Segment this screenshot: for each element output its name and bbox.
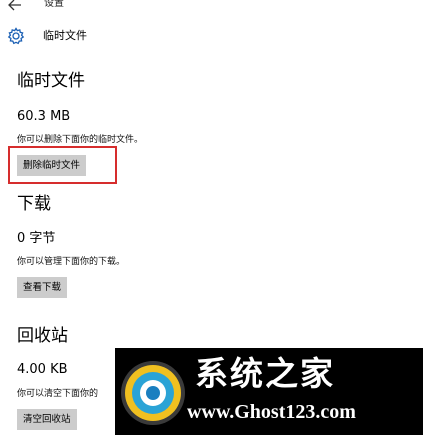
title-bar: 设置 [0, 0, 423, 16]
downloads-description: 你可以管理下面你的下载。 [17, 257, 126, 267]
recycle-bin-description: 你可以清空下面你的 [17, 389, 99, 399]
section-title: 下载 [17, 194, 51, 214]
highlight-box [8, 146, 117, 184]
empty-recycle-bin-button[interactable]: 清空回收站 [17, 409, 77, 430]
watermark-logo-icon [121, 361, 185, 425]
view-downloads-button[interactable]: 查看下载 [17, 277, 68, 298]
section-title: 回收站 [17, 326, 68, 346]
watermark-url: www.Ghost123.com [187, 401, 356, 423]
section-title: 临时文件 [17, 71, 85, 91]
page-header: 临时文件 [0, 16, 423, 54]
page-title: 临时文件 [43, 29, 87, 42]
app-title: 设置 [44, 0, 64, 9]
temp-files-size: 60.3 MB [17, 109, 71, 124]
watermark: 系统之家 www.Ghost123.com [115, 348, 423, 435]
back-arrow-icon[interactable] [7, 0, 23, 12]
watermark-name: 系统之家 [195, 354, 335, 393]
downloads-size: 0 字节 [17, 231, 56, 246]
temp-files-description: 你可以删除下面你的临时文件。 [17, 135, 144, 145]
gear-icon [7, 27, 25, 45]
recycle-bin-size: 4.00 KB [17, 362, 68, 377]
